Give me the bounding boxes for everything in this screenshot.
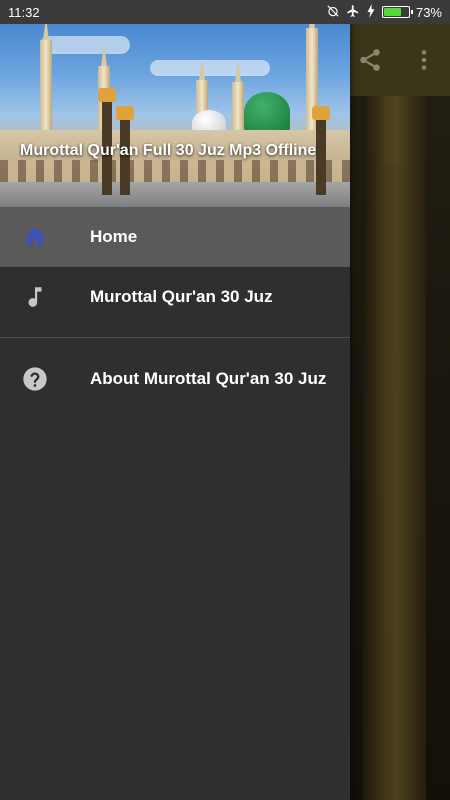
header-green-dome — [244, 92, 290, 132]
drawer-item-about[interactable]: About Murottal Qur'an 30 Juz — [0, 349, 350, 409]
battery-level-fill — [383, 8, 402, 16]
header-minaret — [40, 18, 52, 140]
drawer-item-home[interactable]: Home — [0, 207, 350, 267]
drawer-item-label: About Murottal Qur'an 30 Juz — [90, 369, 327, 388]
alarm-off-icon — [326, 4, 340, 21]
drawer-divider — [0, 337, 350, 338]
drawer-item-label: Murottal Qur'an 30 Juz — [90, 287, 273, 306]
header-lamp-post — [312, 106, 330, 195]
navigation-drawer: Murottal Qur'an Full 30 Juz Mp3 Offline … — [0, 0, 350, 800]
music-note-icon — [21, 283, 49, 311]
airplane-icon — [346, 4, 360, 21]
header-cloud — [150, 60, 270, 76]
battery-percent: 73% — [415, 4, 442, 20]
drawer-header-title: Murottal Qur'an Full 30 Juz Mp3 Offline — [20, 142, 317, 159]
charging-bolt-icon — [366, 3, 376, 21]
home-icon — [21, 223, 49, 251]
battery-icon — [381, 6, 413, 18]
drawer-item-murottal-30-juz[interactable]: Murottal Qur'an 30 Juz — [0, 267, 350, 327]
help-circle-icon — [21, 365, 49, 393]
status-bar: 11:32 73% — [0, 0, 450, 24]
drawer-menu: Home Murottal Qur'an 30 Juz — [0, 207, 350, 327]
drawer-item-label: Home — [90, 227, 138, 246]
status-time: 11:32 — [8, 4, 40, 20]
drawer-header: Murottal Qur'an Full 30 Juz Mp3 Offline — [0, 0, 350, 207]
header-courtyard — [0, 182, 350, 207]
header-cloud — [40, 36, 130, 54]
status-icons: 73% — [326, 3, 442, 21]
